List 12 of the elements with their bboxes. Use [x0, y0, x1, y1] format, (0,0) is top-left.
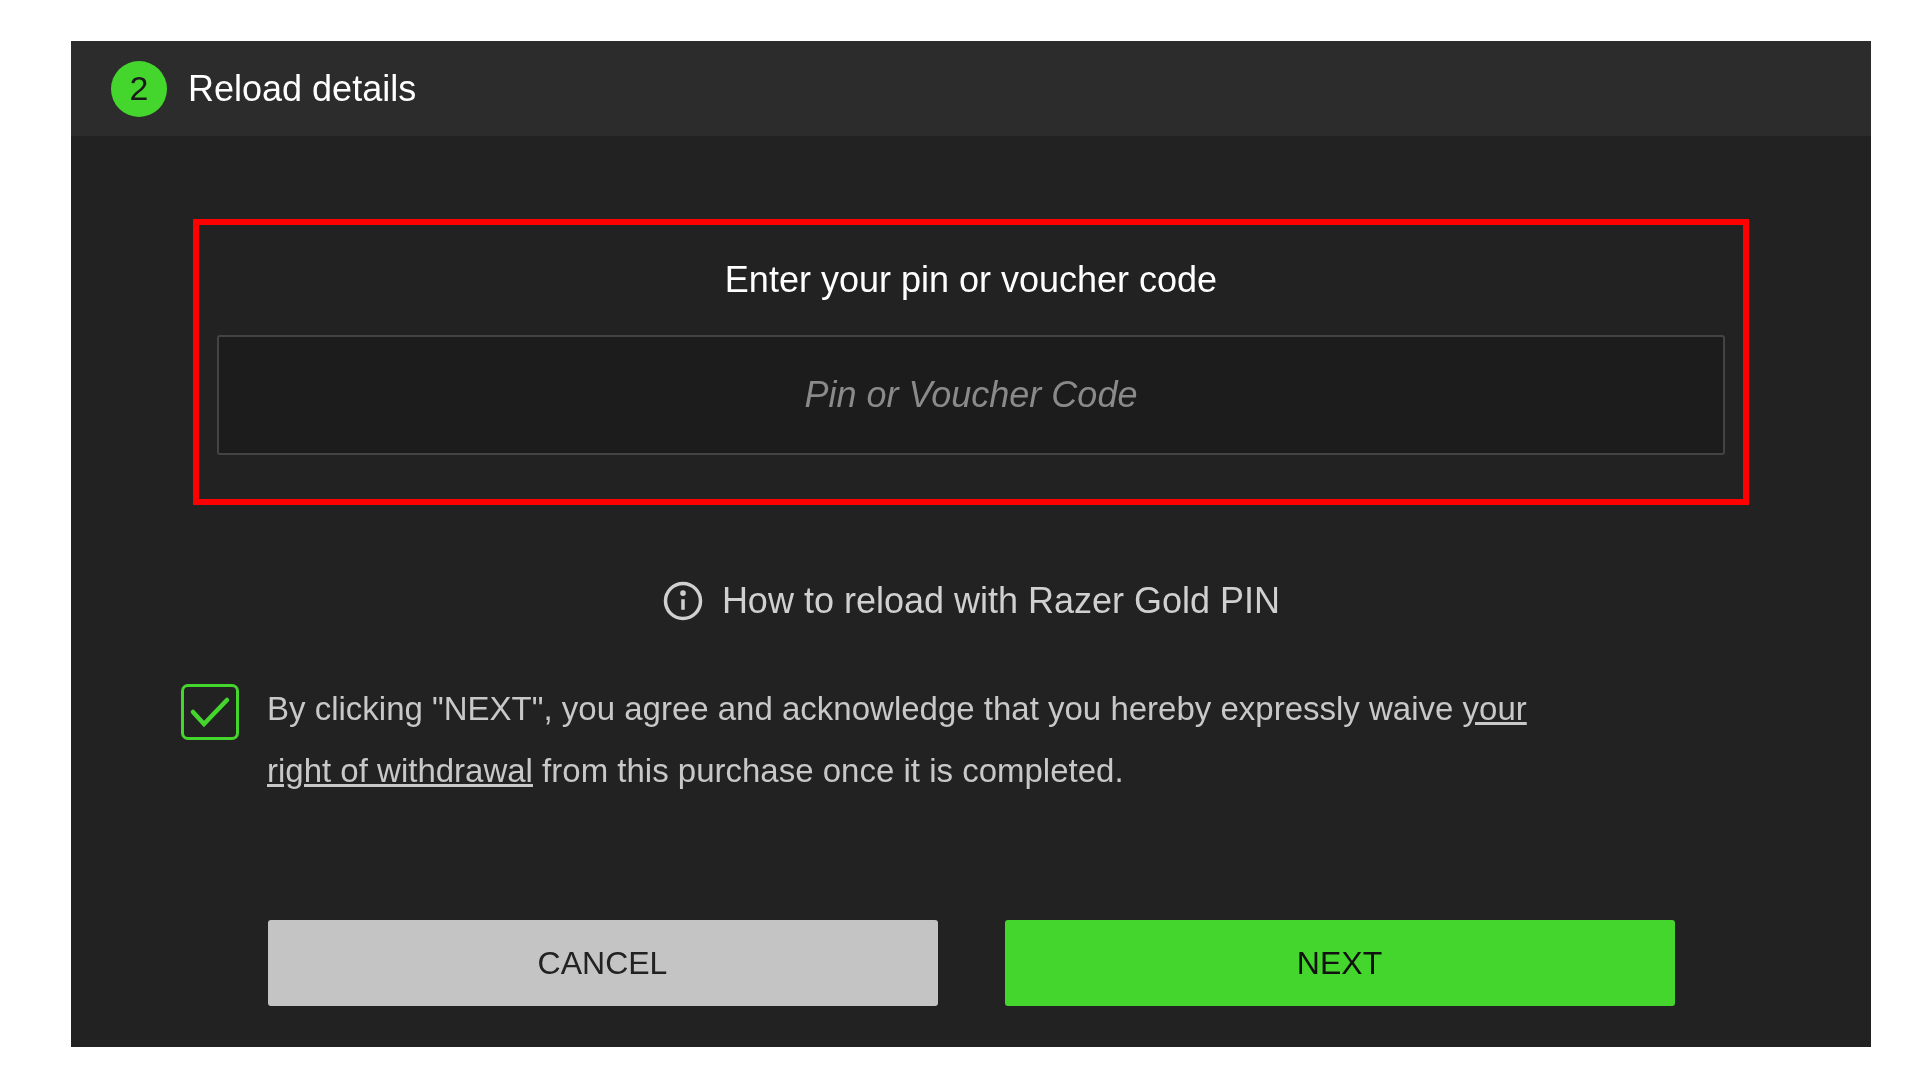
consent-checkbox[interactable] [181, 684, 239, 740]
step-badge: 2 [111, 60, 167, 117]
code-input-field[interactable]: Pin or Voucher Code [217, 335, 1725, 455]
next-button[interactable]: NEXT [1004, 920, 1675, 1006]
withdrawal-link[interactable]: right of withdrawal [267, 752, 533, 789]
code-entry-title: Enter your pin or voucher code [724, 258, 1218, 302]
help-link[interactable]: How to reload with Razer Gold PIN [661, 574, 1281, 628]
info-icon [661, 580, 704, 622]
withdrawal-link[interactable]: your [1462, 690, 1527, 727]
consent-text: By clicking "NEXT", you agree and acknowledge that you hereby expressly waive your right of withdrawal from this purchase once it is completed. [267, 689, 1528, 791]
dialog-title: Reload details [188, 66, 417, 111]
cancel-button[interactable]: CANCEL [267, 920, 938, 1006]
